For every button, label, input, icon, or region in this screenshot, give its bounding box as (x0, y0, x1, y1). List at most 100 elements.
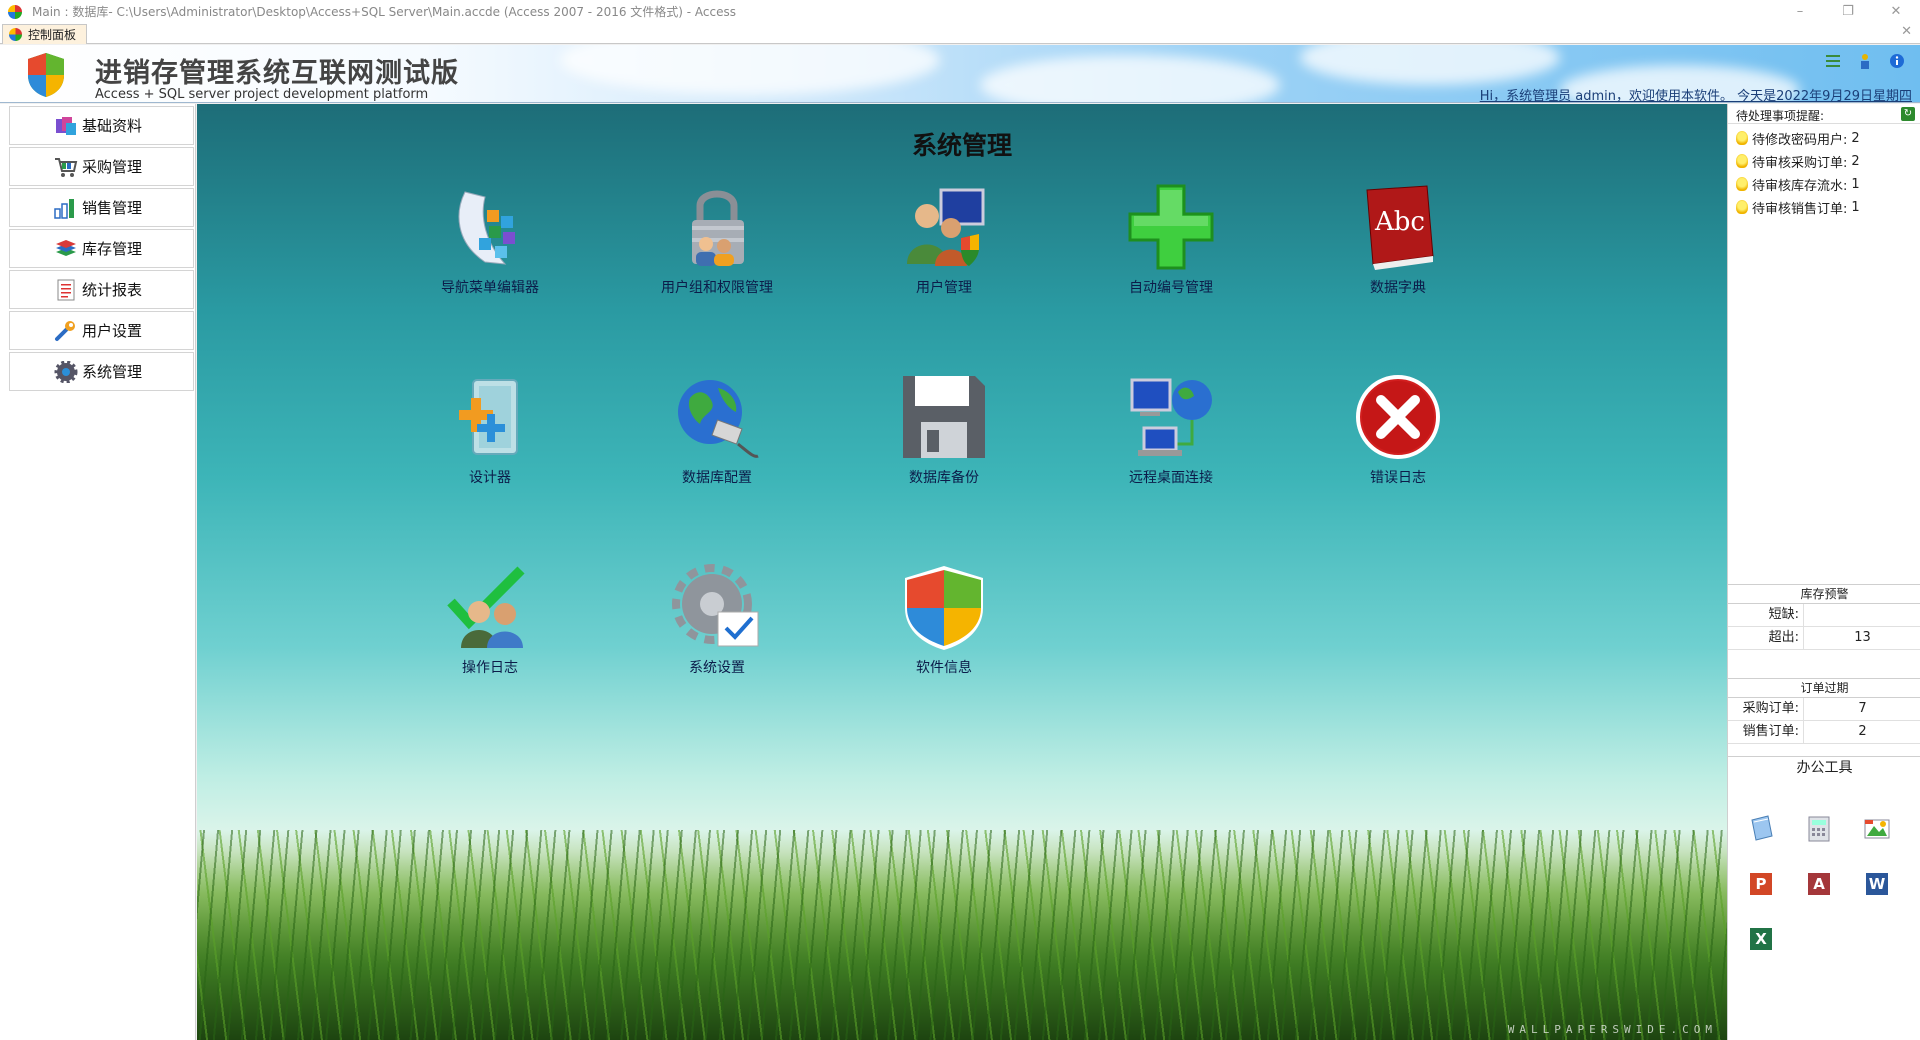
wrench-icon (55, 321, 75, 341)
stock-excess-value[interactable]: 13 (1804, 627, 1920, 649)
header-icon-group (1826, 53, 1904, 69)
list-icon[interactable] (1826, 53, 1840, 69)
tile-menu-editor[interactable]: 导航菜单编辑器 (385, 179, 595, 299)
stock-shortage-row: 短缺: (1728, 604, 1920, 627)
sales-order-value[interactable]: 2 (1804, 721, 1920, 743)
window-controls: – ❐ ✕ (1776, 0, 1920, 23)
nav-label: 库存管理 (82, 240, 143, 258)
todo-item[interactable]: 待审核采购订单: 2 (1736, 151, 1860, 171)
info-icon[interactable] (1890, 53, 1904, 69)
lightbulb-icon (1736, 154, 1748, 168)
notepad-icon[interactable] (1746, 814, 1776, 844)
excel-letter: X (1748, 926, 1774, 952)
window-titlebar: Main : 数据库- C:\Users\Administrator\Deskt… (0, 0, 1920, 23)
report-icon (57, 279, 75, 301)
calculator-icon[interactable] (1804, 814, 1834, 844)
lightbulb-icon (1736, 177, 1748, 191)
tile-operation-log[interactable]: 操作日志 (385, 559, 595, 679)
wallpaper-watermark: WALLPAPERSWIDE.COM (1507, 1023, 1717, 1036)
order-expiry-title: 订单过期 (1728, 678, 1920, 698)
restore-button[interactable]: ❐ (1824, 0, 1872, 23)
todo-value: 2 (1851, 153, 1860, 169)
tile-designer[interactable]: 设计器 (385, 369, 595, 489)
paint-icon[interactable] (1862, 814, 1892, 844)
tile-remote-desktop[interactable]: 远程桌面连接 (1066, 369, 1276, 489)
todo-value: 2 (1851, 130, 1860, 146)
user-icon[interactable] (1858, 53, 1872, 69)
minimize-button[interactable]: – (1776, 0, 1824, 23)
user-management-icon (896, 179, 992, 275)
designer-icon (442, 369, 538, 465)
greeting-text: Hi，系统管理员 admin，欢迎使用本软件。 今天是2022年9月29日星期四 (1479, 89, 1912, 103)
document-tab-strip: 控制面板 ✕ (0, 23, 1920, 44)
todo-item[interactable]: 待审核销售订单: 1 (1736, 197, 1860, 217)
tile-database-backup[interactable]: 数据库备份 (839, 369, 1049, 489)
todo-value: 1 (1851, 199, 1860, 215)
form-icon (9, 28, 22, 41)
todo-item[interactable]: 待审核库存流水: 1 (1736, 174, 1860, 194)
office-tools-title: 办公工具 (1728, 756, 1920, 780)
tile-label: 错误日志 (1370, 470, 1426, 486)
access-letter: A (1806, 871, 1832, 897)
tile-label: 操作日志 (462, 660, 518, 676)
tile-data-dictionary[interactable]: Abc 数据字典 (1293, 179, 1503, 299)
refresh-icon[interactable]: ↻ (1901, 107, 1915, 121)
nav-item-reports[interactable]: 统计报表 (9, 270, 194, 309)
tile-label: 数据库配置 (682, 470, 752, 486)
windows-shield-icon (896, 559, 992, 655)
app-subtitle: Access + SQL server project development … (95, 87, 429, 102)
purchase-order-value[interactable]: 7 (1804, 698, 1920, 720)
nav-item-basic-data[interactable]: 基础资料 (9, 106, 194, 145)
nav-item-user-settings[interactable]: 用户设置 (9, 311, 194, 350)
right-panel: 待处理事项提醒: ↻ 待修改密码用户: 2 待审核采购订单: 2 待审核库存流水… (1727, 104, 1920, 1040)
tile-user-groups-permissions[interactable]: 用户组和权限管理 (612, 179, 822, 299)
nav-label: 销售管理 (82, 199, 143, 217)
tile-error-log[interactable]: 错误日志 (1293, 369, 1503, 489)
powerpoint-icon[interactable]: P (1746, 869, 1776, 899)
basic-data-icon (56, 117, 76, 135)
stock-alert-title: 库存预警 (1728, 584, 1920, 604)
tile-label: 软件信息 (916, 660, 972, 676)
tile-system-settings[interactable]: 系统设置 (612, 559, 822, 679)
tile-software-info[interactable]: 软件信息 (839, 559, 1049, 679)
tile-auto-numbering[interactable]: 自动编号管理 (1066, 179, 1276, 299)
word-icon[interactable]: W (1862, 869, 1892, 899)
todo-title: 待处理事项提醒: (1736, 109, 1825, 123)
todo-label: 待修改密码用户: (1752, 132, 1848, 148)
app-title: 进销存管理系统互联网测试版 (95, 58, 459, 89)
header-banner: 进销存管理系统互联网测试版 Access + SQL server projec… (0, 45, 1920, 103)
nav-item-sales[interactable]: 销售管理 (9, 188, 194, 227)
shield-logo-icon (28, 53, 64, 97)
close-tab-icon[interactable]: ✕ (1901, 24, 1912, 39)
window-title: Main : 数据库- C:\Users\Administrator\Deskt… (32, 5, 737, 19)
dictionary-book-icon: Abc (1350, 179, 1446, 275)
section-title: 系统管理 (911, 131, 1012, 160)
main-content: WALLPAPERSWIDE.COM 系统管理 导航菜单编辑器 用户组和权限管理… (197, 104, 1727, 1040)
powerpoint-letter: P (1748, 871, 1774, 897)
excel-icon[interactable]: X (1746, 924, 1776, 954)
tile-label: 自动编号管理 (1129, 280, 1213, 296)
close-button[interactable]: ✕ (1872, 0, 1920, 23)
tile-label: 数据库备份 (909, 470, 979, 486)
todo-label: 待审核销售订单: (1752, 201, 1848, 217)
nav-item-purchase[interactable]: 采购管理 (9, 147, 194, 186)
nav-item-inventory[interactable]: 库存管理 (9, 229, 194, 268)
access-app-icon (8, 4, 22, 19)
todo-item[interactable]: 待修改密码用户: 2 (1736, 128, 1860, 148)
purchase-order-expiry-row: 采购订单: 7 (1728, 698, 1920, 721)
nav-label: 基础资料 (82, 117, 143, 135)
nav-item-system-management[interactable]: 系统管理 (9, 352, 194, 391)
lightbulb-icon (1736, 131, 1748, 145)
purchase-order-label: 采购订单: (1728, 698, 1804, 720)
nav-label: 统计报表 (82, 281, 143, 299)
floppy-disk-icon (896, 369, 992, 465)
access-icon[interactable]: A (1804, 869, 1834, 899)
stock-shortage-value[interactable] (1804, 604, 1920, 626)
remote-desktop-icon (1123, 369, 1219, 465)
tab-control-panel[interactable]: 控制面板 (2, 24, 88, 44)
tile-database-config[interactable]: 数据库配置 (612, 369, 822, 489)
book-text: Abc (1374, 207, 1425, 237)
error-x-icon (1350, 369, 1446, 465)
stock-excess-row: 超出: 13 (1728, 627, 1920, 650)
tile-user-management[interactable]: 用户管理 (839, 179, 1049, 299)
